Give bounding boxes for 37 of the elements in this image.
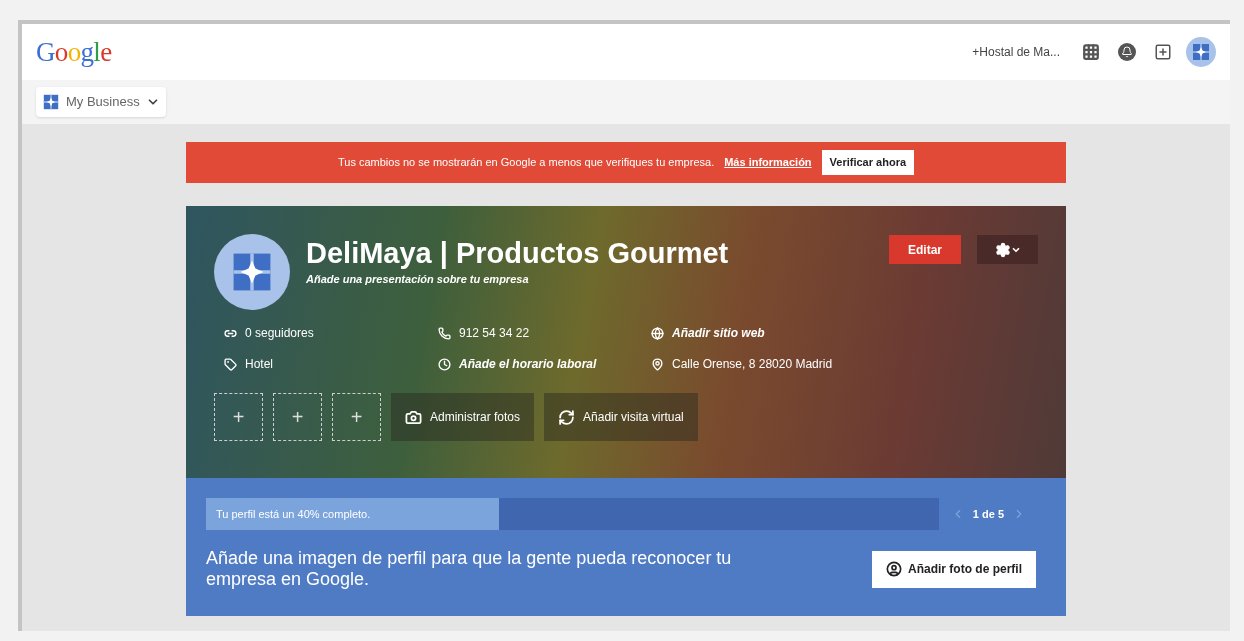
business-name: DeliMaya | Productos Gourmet	[306, 236, 729, 271]
page-counter: 1 de 5	[972, 506, 1004, 522]
photo-action-button[interactable]: Administrar fotos	[391, 393, 535, 441]
notifications-icon[interactable]	[1118, 43, 1136, 61]
alert-message: Tus cambios no se mostrarán en Google a menos que verifiques tu empresa.	[337, 155, 715, 171]
add-profile-photo-button[interactable]: Añadir foto de perfil	[872, 550, 1036, 588]
rotate-icon	[558, 408, 576, 426]
account-name[interactable]: +Hostal de Ma...	[972, 43, 1060, 61]
camera-icon	[405, 408, 422, 426]
apps-icon[interactable]	[1082, 43, 1100, 61]
add-photo-slot[interactable]: +	[332, 393, 381, 441]
add-photo-slot[interactable]: +	[273, 393, 322, 441]
phone-icon	[438, 326, 451, 340]
photo-action-button[interactable]: Añadir visita virtual	[544, 393, 698, 441]
tip-text: Añade una imagen de perfil para que la gente pueda reconocer tu empresa en Google.	[206, 548, 733, 590]
info-text: Hotel	[245, 356, 273, 373]
hours-icon	[438, 357, 451, 371]
address-icon	[651, 357, 664, 371]
more-info-link[interactable]: Más información	[724, 154, 812, 171]
google-logo[interactable]: Google	[36, 31, 112, 73]
add-info-link[interactable]: Añade el horario laboral	[459, 355, 597, 373]
info-text: 912 54 34 22	[459, 325, 530, 342]
verify-button[interactable]: Verificar ahora	[821, 150, 915, 175]
add-info-link[interactable]: Añadir sitio web	[672, 324, 765, 342]
settings-button[interactable]	[977, 235, 1038, 264]
tagline-link[interactable]: Añade una presentación sobre tu empresa	[306, 271, 729, 288]
info-text: 0 seguidores	[245, 325, 314, 342]
avatar-icon[interactable]	[1186, 37, 1216, 67]
info-text: Calle Orense, 8 28020 Madrid	[672, 356, 833, 373]
progress-label: Tu perfil está un 40% completo.	[216, 507, 371, 522]
product-menu[interactable]: My Business	[36, 87, 166, 117]
edit-button[interactable]: Editar	[889, 235, 961, 264]
web-icon	[651, 326, 664, 340]
user-icon	[886, 561, 902, 577]
add-photo-slot[interactable]: +	[214, 393, 263, 441]
settings-icon	[994, 241, 1011, 258]
share-icon[interactable]	[1154, 43, 1172, 61]
